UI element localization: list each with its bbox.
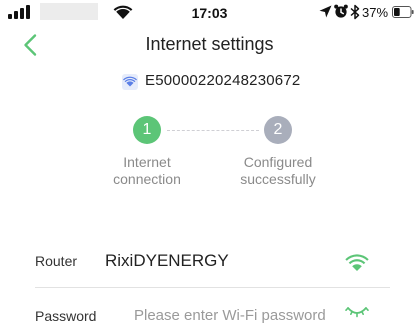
step-1-label: Internet connection (92, 154, 202, 188)
wifi-select-icon[interactable] (343, 249, 371, 273)
step-2-indicator: 2 (264, 116, 292, 144)
step-1-label-line2: connection (113, 171, 181, 187)
password-input[interactable] (134, 303, 334, 327)
battery-icon (392, 6, 414, 18)
status-bar: 17:03 37% (0, 0, 419, 26)
form-divider (35, 287, 390, 288)
router-label: Router (35, 253, 78, 269)
step-1-indicator: 1 (133, 116, 161, 144)
router-ssid-value: RixiDYENERGY (105, 251, 229, 270)
step-connector-line (167, 130, 259, 131)
bluetooth-icon (350, 4, 360, 20)
step-2-label-line2: successfully (240, 171, 316, 187)
eye-closed-icon[interactable] (345, 305, 369, 321)
password-label: Password (35, 308, 97, 324)
step-2-label-line1: Configured (243, 154, 313, 170)
location-arrow-icon (319, 5, 332, 18)
device-id: E50000220248230672 (145, 72, 301, 89)
step-2-label: Configured successfully (220, 154, 336, 188)
page-title: Internet settings (145, 34, 274, 54)
step-1-label-line1: Internet (123, 154, 171, 170)
wifi-device-icon (122, 74, 138, 90)
alarm-icon (334, 4, 348, 18)
battery-percent: 37% (362, 5, 389, 20)
